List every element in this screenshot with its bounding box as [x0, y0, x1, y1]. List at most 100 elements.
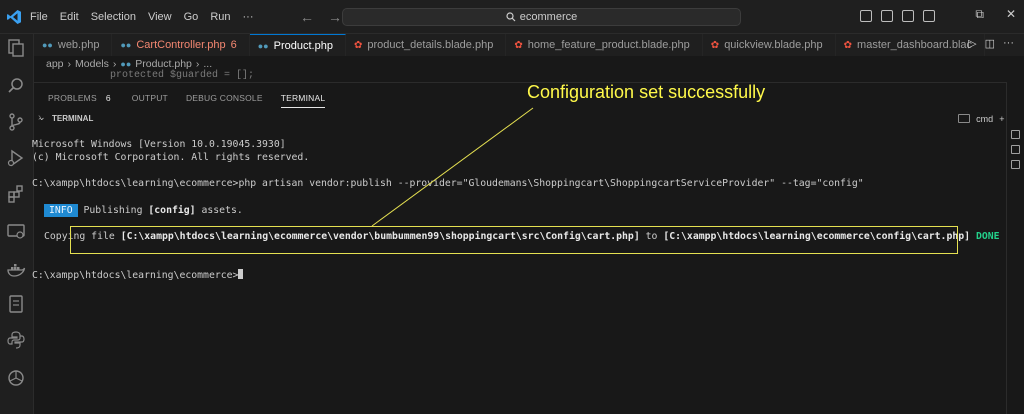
info-badge: INFO: [44, 204, 78, 217]
chevron-right-icon: ›: [112, 58, 117, 70]
docker-icon[interactable]: [6, 260, 26, 280]
breadcrumb: app › Models › ●● Product.php › ...: [46, 58, 212, 70]
toggle-panel-icon[interactable]: [881, 10, 893, 22]
toggle-sidebar-icon[interactable]: [860, 10, 872, 22]
terminal-line: Microsoft Windows [Version 10.0.19045.39…: [32, 139, 286, 150]
tab-debug-label: DEBUG CONSOLE: [185, 93, 263, 103]
terminal-info-line: INFO Publishing [config] assets.: [44, 204, 243, 217]
tab-terminal-label: TERMINAL: [280, 93, 326, 103]
terminal-shell-icon: [958, 114, 971, 123]
vscode-logo-icon: [7, 10, 21, 24]
blade-file-icon: ✿: [353, 39, 363, 51]
right-side-strip: [1006, 82, 1024, 414]
tab-label: product_details.blade.php: [367, 39, 494, 51]
tab-product-details-blade[interactable]: ✿ product_details.blade.php: [346, 34, 507, 56]
terminal-prompt-line: C:\xampp\htdocs\learning\ecommerce>: [32, 269, 244, 281]
tab-label: Product.php: [273, 39, 333, 52]
tab-output-label: OUTPUT: [131, 93, 168, 103]
terminal-section-header[interactable]: ⌄ TERMINAL: [34, 111, 1024, 127]
tab-terminal[interactable]: TERMINAL: [280, 93, 326, 108]
python-icon[interactable]: [6, 330, 26, 350]
terminal-instance-icon[interactable]: [1011, 145, 1020, 154]
tab-output[interactable]: OUTPUT: [132, 93, 168, 108]
tab-product-php[interactable]: ●● Product.php: [249, 34, 346, 56]
window-controls: ⧉ ✕: [975, 7, 1016, 22]
command-center-search[interactable]: ecommerce: [342, 8, 741, 26]
tab-label: quickview.blade.php: [724, 39, 823, 51]
tab-label: web.php: [57, 39, 100, 51]
forward-arrow-icon[interactable]: →: [328, 9, 342, 25]
database-icon[interactable]: [6, 294, 26, 314]
more-actions-icon[interactable]: ···: [1003, 37, 1014, 50]
new-terminal-icon[interactable]: +: [999, 114, 1004, 124]
breadcrumb-app[interactable]: app: [46, 58, 64, 70]
split-editor-icon[interactable]: ◫: [985, 37, 995, 50]
annotation-highlight-box: [70, 226, 958, 254]
run-debug-icon[interactable]: [6, 148, 26, 168]
remote-explorer-icon[interactable]: [6, 222, 26, 242]
search-view-icon[interactable]: [6, 76, 26, 96]
search-icon: [506, 12, 516, 22]
breadcrumb-more[interactable]: ...: [203, 58, 212, 70]
menu-run[interactable]: Run: [210, 11, 230, 23]
extensions-icon[interactable]: [6, 184, 26, 204]
menu-file[interactable]: File: [30, 11, 48, 23]
tab-master-dashboard-blade[interactable]: ✿ master_dashboard.blac: [836, 34, 986, 56]
annotation-label: Configuration set successfully: [527, 82, 766, 102]
chevron-right-icon: ›: [67, 58, 72, 70]
terminal-instance-icon[interactable]: [1011, 130, 1020, 139]
tab-quickview-blade[interactable]: ✿ quickview.blade.php: [703, 34, 836, 56]
menu-more[interactable]: ···: [243, 11, 254, 23]
terminal-command-line: C:\xampp\htdocs\learning\ecommerce>php a…: [32, 178, 864, 189]
info-config: [config]: [148, 205, 196, 216]
customize-layout-icon[interactable]: [923, 10, 935, 22]
tab-cartcontroller-php[interactable]: ●● CartController.php 6: [112, 34, 250, 56]
close-window-icon[interactable]: ✕: [1006, 7, 1016, 22]
shell-name[interactable]: cmd: [976, 114, 993, 124]
tab-label: home_feature_product.blade.php: [527, 39, 690, 51]
menu-bar: File Edit Selection View Go Run ···: [30, 11, 254, 23]
explorer-icon[interactable]: [6, 38, 26, 58]
openai-icon[interactable]: [6, 368, 26, 388]
tab-problems[interactable]: PROBLEMS 6: [48, 93, 114, 108]
prompt-text: C:\xampp\htdocs\learning\ecommerce>: [32, 270, 239, 281]
tab-home-feature-product-blade[interactable]: ✿ home_feature_product.blade.php: [506, 34, 703, 56]
code-line-peek: protected $guarded = [];: [110, 70, 255, 81]
blade-file-icon: ✿: [710, 39, 720, 51]
editor-tabs: ●● web.php ●● CartController.php 6 ●● Pr…: [34, 34, 1024, 56]
tab-problems-label: PROBLEMS: [48, 93, 97, 103]
menu-edit[interactable]: Edit: [60, 11, 79, 23]
error-count-badge: 6: [230, 39, 237, 51]
php-file-icon: ●●: [120, 59, 132, 69]
restore-window-icon[interactable]: ⧉: [975, 7, 984, 22]
source-control-icon[interactable]: [6, 112, 26, 132]
back-arrow-icon[interactable]: ←: [300, 9, 314, 25]
tab-debug-console[interactable]: DEBUG CONSOLE: [186, 93, 263, 108]
blade-file-icon: ✿: [843, 39, 853, 51]
title-bar: File Edit Selection View Go Run ··· ← → …: [0, 0, 1024, 34]
terminal-section-title: TERMINAL: [52, 114, 94, 123]
menu-view[interactable]: View: [148, 11, 172, 23]
php-file-icon: ●●: [257, 40, 269, 51]
chevron-right-icon[interactable]: ›: [38, 112, 41, 123]
menu-go[interactable]: Go: [184, 11, 199, 23]
done-status: DONE: [975, 231, 1000, 242]
search-text: ecommerce: [519, 11, 578, 23]
breadcrumb-models[interactable]: Models: [75, 58, 109, 70]
blade-file-icon: ✿: [514, 39, 523, 51]
terminal-instance-icon[interactable]: [1011, 160, 1020, 169]
info-text-post: assets.: [201, 205, 243, 216]
run-file-icon[interactable]: ▷: [968, 37, 976, 50]
tab-label: master_dashboard.blac: [857, 39, 973, 51]
problems-count-badge: 6: [105, 93, 111, 103]
tab-web-php[interactable]: ●● web.php: [34, 34, 113, 56]
layout-controls: [860, 10, 935, 22]
breadcrumb-file[interactable]: Product.php: [135, 58, 192, 70]
php-file-icon: ●●: [120, 40, 132, 50]
editor-actions: ▷ ◫ ···: [968, 37, 1014, 50]
toggle-secondary-sidebar-icon[interactable]: [902, 10, 914, 22]
nav-arrows: ← →: [300, 9, 342, 25]
activity-bar: [0, 34, 34, 414]
menu-selection[interactable]: Selection: [91, 11, 136, 23]
tab-label: CartController.php: [136, 39, 226, 51]
